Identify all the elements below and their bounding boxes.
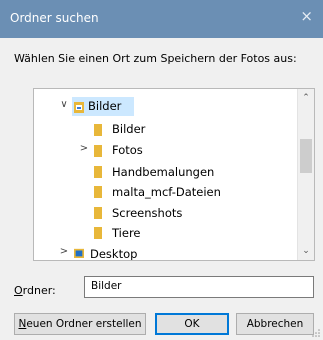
folder-icon xyxy=(94,227,102,239)
folder-icon xyxy=(94,166,102,178)
resize-grip-icon[interactable] xyxy=(312,329,320,337)
window-title: Ordner suchen xyxy=(10,11,99,25)
folder-icon xyxy=(94,124,102,136)
ok-button[interactable]: OK xyxy=(155,313,229,335)
tree-item-label: Fotos xyxy=(112,143,143,157)
tree-item-label: Tiere xyxy=(112,226,141,240)
chevron-right-icon[interactable]: > xyxy=(58,246,70,257)
folder-input-value: Bilder xyxy=(91,280,122,292)
scroll-up-icon[interactable]: ⌃ xyxy=(298,93,314,103)
new-folder-button[interactable]: Neuen Ordner erstellen xyxy=(14,313,146,335)
cancel-button[interactable]: Abbrechen xyxy=(236,313,314,335)
scroll-down-icon[interactable]: ⌄ xyxy=(298,246,314,256)
desktop-folder-icon xyxy=(74,248,84,258)
chevron-down-icon[interactable]: ∨ xyxy=(58,99,70,110)
tree-item-label: Bilder xyxy=(112,122,146,136)
tree-item-label: Bilder xyxy=(88,99,122,113)
folder-input[interactable]: Bilder xyxy=(84,276,314,298)
tree-item-desktop[interactable] xyxy=(56,243,256,260)
tree-item-label: Desktop xyxy=(90,247,138,261)
folder-icon xyxy=(94,207,102,219)
tree-item-label: Screenshots xyxy=(112,206,183,220)
tree-scrollbar[interactable]: ⌃ ⌄ xyxy=(297,89,314,260)
instruction-text: Wählen Sie einen Ort zum Speichern der F… xyxy=(14,52,297,65)
scrollbar-thumb[interactable] xyxy=(300,139,312,173)
folder-field-label: Ordner: xyxy=(14,284,56,297)
title-bar: Ordner suchen × xyxy=(0,0,323,38)
close-icon[interactable]: × xyxy=(300,9,313,24)
folder-tree[interactable]: ∨ Bilder Bilder > Fotos Handbemalungen m… xyxy=(33,88,315,261)
chevron-right-icon[interactable]: > xyxy=(78,143,90,154)
folder-icon xyxy=(94,186,102,198)
pictures-folder-icon xyxy=(74,102,84,113)
tree-item-label: malta_mcf-Dateien xyxy=(112,185,221,199)
folder-icon xyxy=(94,145,102,157)
tree-item-fotos[interactable] xyxy=(78,141,278,160)
tree-item-label: Handbemalungen xyxy=(112,165,215,179)
